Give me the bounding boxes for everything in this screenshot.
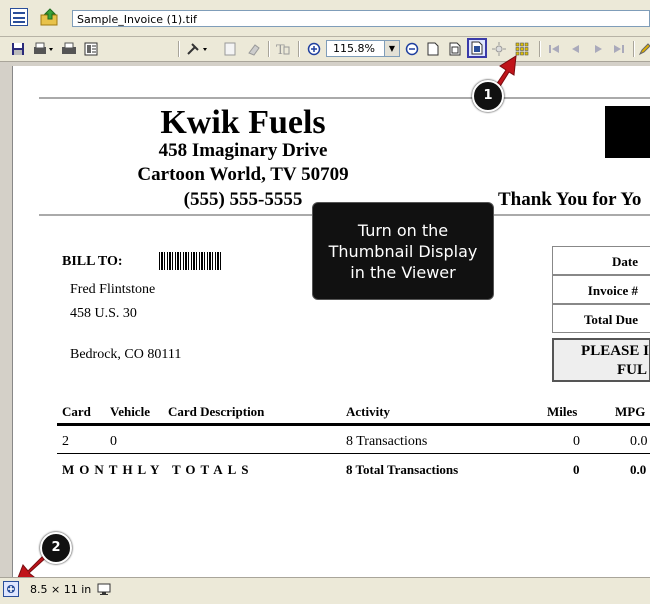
thumbnail-panel-toggle-icon[interactable] — [3, 581, 19, 597]
status-bar: 8.5 × 11 in — [0, 577, 650, 604]
col-vehicle: Vehicle — [110, 404, 150, 419]
text-tool-icon[interactable]: T — [274, 40, 292, 57]
viewer-toolbar: T 115.8% ▼ — [0, 37, 650, 62]
fit-width-icon[interactable] — [424, 40, 442, 57]
up-folder-icon[interactable] — [40, 8, 60, 26]
logo-block — [605, 106, 650, 158]
bill-to-label: BILL TO: — [62, 254, 123, 269]
table-header-rule — [57, 423, 650, 426]
step-badge-1: 1 — [472, 80, 504, 112]
col-mpg: MPG — [615, 404, 646, 419]
next-page-icon[interactable] — [589, 40, 607, 57]
totals-activity: 8 Total Transactions — [346, 462, 459, 477]
first-page-icon[interactable] — [545, 40, 563, 57]
barcode — [159, 252, 221, 270]
thank-you-text: Thank You for Yo — [498, 189, 642, 210]
fit-page-icon[interactable] — [446, 40, 464, 57]
zoom-out-icon[interactable] — [403, 40, 421, 57]
totals-miles: 0 — [573, 462, 580, 477]
monthly-totals-label: MONTHLY TOTALS — [62, 462, 254, 477]
chevron-down-icon[interactable]: ▼ — [384, 41, 399, 56]
step-badge-2: 2 — [40, 532, 72, 564]
col-activity: Activity — [346, 404, 391, 419]
please-pay-box: PLEASE I FUL — [552, 338, 650, 382]
annotation-note-icon[interactable] — [221, 40, 239, 57]
filename-field[interactable]: Sample_Invoice (1).tif — [72, 10, 650, 27]
title-bar: Sample_Invoice (1).tif — [0, 0, 650, 37]
eraser-icon[interactable] — [245, 40, 263, 57]
tools-menu-icon[interactable] — [185, 40, 211, 57]
zoom-in-icon[interactable] — [305, 40, 323, 57]
page-size-text: 8.5 × 11 in — [30, 583, 92, 596]
company-address-line1: 458 Imaginary Drive — [158, 140, 328, 161]
customer-street: 458 U.S. 30 — [70, 306, 137, 321]
date-label: Date — [552, 246, 650, 275]
row-card: 2 — [62, 434, 69, 449]
top-rule — [39, 97, 650, 99]
print-setup-icon[interactable] — [31, 40, 55, 57]
invoice-page: Kwik Fuels 458 Imaginary Drive Cartoon W… — [12, 66, 650, 577]
callout-line1: Turn on the — [357, 221, 449, 240]
zoom-level-value: 115.8% — [333, 42, 375, 55]
previous-page-icon[interactable] — [567, 40, 585, 57]
toolbar-separator — [268, 41, 270, 57]
please-pay-line1: PLEASE I — [581, 343, 649, 359]
document-list-icon[interactable] — [10, 8, 28, 26]
callout-line2: Thumbnail Display — [328, 242, 478, 261]
toolbar-separator — [298, 41, 300, 57]
toolbar-separator — [539, 41, 541, 57]
company-name: Kwik Fuels — [160, 104, 326, 141]
toolbar-separator — [633, 41, 635, 57]
save-icon[interactable] — [9, 40, 27, 57]
total-due-label: Total Due — [552, 304, 650, 333]
customer-name: Fred Flintstone — [70, 282, 156, 297]
pencil-icon[interactable] — [638, 40, 650, 57]
properties-icon[interactable] — [82, 40, 100, 57]
row-activity: 8 Transactions — [346, 434, 428, 449]
table-row-rule — [57, 453, 650, 454]
zoom-level-select[interactable]: 115.8% ▼ — [326, 40, 400, 57]
col-card-description: Card Description — [168, 404, 265, 419]
col-card: Card — [62, 404, 91, 419]
callout-line3: in the Viewer — [350, 263, 456, 282]
please-pay-line2: FUL — [617, 362, 647, 378]
tutorial-callout: Turn on the Thumbnail Display in the Vie… — [312, 202, 494, 300]
row-vehicle: 0 — [110, 434, 117, 449]
totals-mpg: 0.0 — [630, 462, 647, 477]
printer-icon[interactable] — [60, 40, 78, 57]
row-miles: 0 — [573, 434, 580, 449]
last-page-icon[interactable] — [610, 40, 628, 57]
customer-city: Bedrock, CO 80111 — [70, 347, 182, 362]
row-mpg: 0.0 — [630, 434, 648, 449]
monitor-icon[interactable] — [97, 582, 111, 599]
invoice-number-label: Invoice # — [552, 275, 650, 304]
company-address-line2: Cartoon World, TV 50709 — [137, 164, 349, 185]
col-miles: Miles — [547, 404, 578, 419]
toolbar-separator — [178, 41, 180, 57]
